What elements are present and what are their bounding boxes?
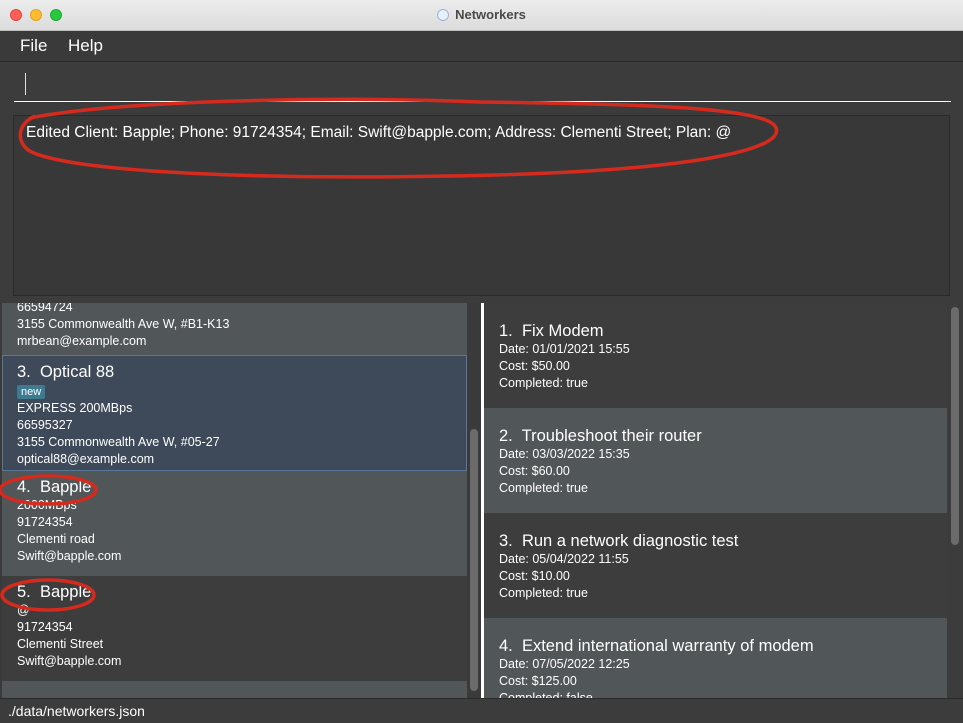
task-cost: Cost: $125.00 bbox=[499, 674, 577, 688]
task-index: 2. bbox=[499, 427, 513, 445]
result-message: Edited Client: Bapple; Phone: 91724354; … bbox=[26, 124, 732, 141]
task-completed: Completed: false bbox=[499, 691, 593, 698]
task-date: Date: 05/04/2022 11:55 bbox=[499, 552, 629, 566]
task-card[interactable]: 1. Fix Modem Date: 01/01/2021 15:55 Cost… bbox=[484, 303, 947, 408]
task-list-panel: 1. Fix Modem Date: 01/01/2021 15:55 Cost… bbox=[484, 303, 963, 698]
client-name: Bapple bbox=[39, 583, 92, 601]
result-display: Edited Client: Bapple; Phone: 91724354; … bbox=[13, 115, 950, 296]
task-index: 4. bbox=[499, 637, 513, 655]
client-name: Bapple bbox=[39, 478, 92, 496]
task-index: 1. bbox=[499, 322, 513, 340]
client-heading: 5. Bapple bbox=[17, 582, 467, 602]
task-cost: Cost: $50.00 bbox=[499, 359, 570, 373]
window-titlebar: Networkers bbox=[0, 0, 963, 31]
client-phone: 91724354 bbox=[17, 620, 73, 634]
client-card[interactable]: 4. Bapple 2000MBps 91724354 Clementi roa… bbox=[2, 471, 467, 576]
client-heading: 4. Bapple bbox=[17, 477, 467, 497]
command-input[interactable] bbox=[14, 70, 951, 102]
client-address: Clementi road bbox=[17, 532, 95, 546]
app-icon bbox=[437, 9, 450, 21]
task-date: Date: 01/01/2021 15:55 bbox=[499, 342, 630, 356]
client-address: Clementi Street bbox=[17, 637, 104, 651]
client-phone: 66595327 bbox=[17, 418, 73, 432]
menu-help[interactable]: Help bbox=[68, 36, 103, 56]
task-name: Fix Modem bbox=[521, 322, 604, 340]
task-heading: 4. Extend international warranty of mode… bbox=[499, 636, 947, 656]
task-card[interactable]: 3. Run a network diagnostic test Date: 0… bbox=[484, 513, 947, 618]
client-index: 3. bbox=[17, 363, 31, 381]
client-card[interactable] bbox=[2, 681, 467, 698]
client-plan: @ bbox=[17, 603, 30, 617]
menu-file[interactable]: File bbox=[20, 36, 47, 56]
task-scrollbar-thumb[interactable] bbox=[951, 307, 959, 545]
task-index: 3. bbox=[499, 532, 513, 550]
client-phone: 66594724 bbox=[17, 303, 73, 314]
client-scrollbar-thumb[interactable] bbox=[470, 429, 478, 691]
client-address: 3155 Commonwealth Ave W, #05-27 bbox=[17, 435, 220, 449]
status-bar: ./data/networkers.json bbox=[0, 698, 963, 723]
client-card-selected[interactable]: 3. Optical 88 new EXPRESS 200MBps 665953… bbox=[2, 355, 467, 471]
client-email: optical88@example.com bbox=[17, 452, 155, 466]
task-completed: Completed: true bbox=[499, 481, 588, 495]
client-email: Swift@bapple.com bbox=[17, 549, 122, 563]
client-tag-badge: new bbox=[17, 385, 46, 399]
task-heading: 1. Fix Modem bbox=[499, 321, 947, 341]
window-title: Networkers bbox=[455, 7, 526, 22]
menu-bar: File Help bbox=[0, 31, 963, 62]
task-cost: Cost: $60.00 bbox=[499, 464, 570, 478]
data-file-path: ./data/networkers.json bbox=[8, 703, 145, 719]
client-list[interactable]: 66594724 3155 Commonwealth Ave W, #B1-K1… bbox=[2, 303, 467, 698]
text-caret bbox=[25, 73, 26, 95]
client-index: 4. bbox=[17, 478, 31, 496]
client-name: Optical 88 bbox=[39, 363, 115, 381]
task-heading: 3. Run a network diagnostic test bbox=[499, 531, 947, 551]
client-list-panel: 66594724 3155 Commonwealth Ave W, #B1-K1… bbox=[0, 303, 481, 698]
task-date: Date: 03/03/2022 15:35 bbox=[499, 447, 630, 461]
task-heading: 2. Troubleshoot their router bbox=[499, 426, 947, 446]
client-address: 3155 Commonwealth Ave W, #B1-K13 bbox=[17, 317, 230, 331]
task-name: Extend international warranty of modem bbox=[521, 637, 814, 655]
client-phone: 91724354 bbox=[17, 515, 73, 529]
client-email: Swift@bapple.com bbox=[17, 654, 122, 668]
task-cost: Cost: $10.00 bbox=[499, 569, 570, 583]
client-tags: new bbox=[17, 382, 466, 400]
client-plan: 2000MBps bbox=[17, 498, 77, 512]
client-index: 5. bbox=[17, 583, 31, 601]
client-email: mrbean@example.com bbox=[17, 334, 147, 348]
client-card[interactable]: 5. Bapple @ 91724354 Clementi Street Swi… bbox=[2, 576, 467, 681]
client-card[interactable]: 66594724 3155 Commonwealth Ave W, #B1-K1… bbox=[2, 303, 467, 355]
task-date: Date: 07/05/2022 12:25 bbox=[499, 657, 630, 671]
window-title-wrap: Networkers bbox=[0, 7, 963, 22]
task-completed: Completed: true bbox=[499, 586, 588, 600]
task-name: Run a network diagnostic test bbox=[521, 532, 739, 550]
task-card[interactable]: 4. Extend international warranty of mode… bbox=[484, 618, 947, 698]
task-card[interactable]: 2. Troubleshoot their router Date: 03/03… bbox=[484, 408, 947, 513]
task-completed: Completed: true bbox=[499, 376, 588, 390]
client-heading: 3. Optical 88 bbox=[17, 362, 466, 382]
client-plan: EXPRESS 200MBps bbox=[17, 401, 133, 415]
task-name: Troubleshoot their router bbox=[521, 427, 702, 445]
command-area bbox=[0, 62, 963, 110]
